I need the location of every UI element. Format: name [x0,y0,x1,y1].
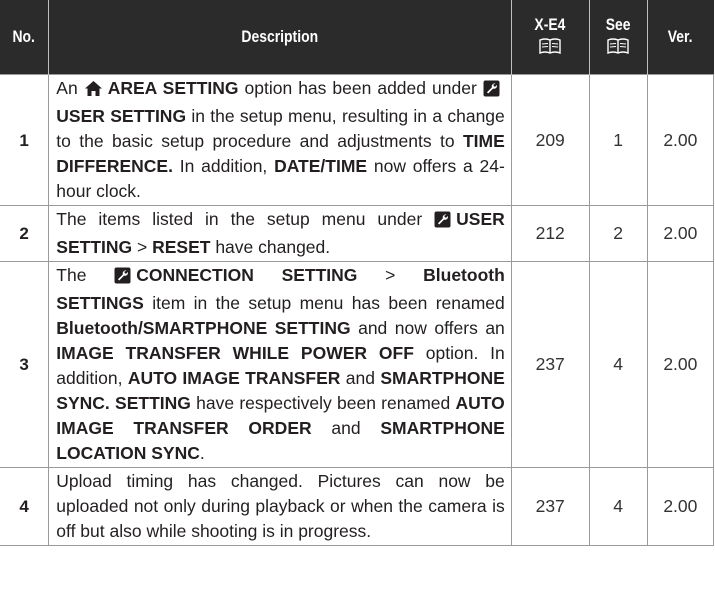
header-ver: Ver. [647,0,714,75]
see-page: 4 [588,467,648,546]
description-text: Upload timing has changed. Pictures can … [56,471,505,541]
menu-term: AUTO IMAGE TRANSFER [127,368,341,388]
manual-page: 237 [510,261,590,468]
description-text: . [199,443,205,463]
version: 2.00 [646,205,715,262]
header-no: No. [0,0,50,75]
description-text: In addition, [172,156,275,176]
table-header: No. Description X-E4 See Ver. [0,0,714,75]
wrench-icon [483,79,500,104]
description-text: > [357,265,424,285]
description-text: The [56,265,115,285]
header-see: See [589,0,648,75]
menu-term: CONNECTION SETTING [136,265,358,285]
description-text: > [132,237,153,257]
firmware-changes-table: No. Description X-E4 See Ver. 1 An AREA … [0,0,715,546]
wrench-icon [114,266,131,291]
book-icon [607,38,629,59]
version: 2.00 [646,467,715,546]
description-text: and [311,418,381,438]
description-text: have respectively been renamed [190,393,456,413]
table-row: 1 An AREA SETTING option has been added u… [0,74,715,206]
description-text: item in the setup menu has been renamed [143,293,505,313]
row-number: 1 [0,74,50,206]
row-description: An AREA SETTING option has been added un… [48,74,512,206]
table-row: 2 The items listed in the setup menu unde… [0,205,715,262]
manual-page: 209 [510,74,590,206]
row-description: Upload timing has changed. Pictures can … [48,467,512,546]
manual-page: 212 [510,205,590,262]
home-icon [84,79,103,104]
book-icon [539,38,561,59]
row-number: 2 [0,205,50,262]
table-row: 4 Upload timing has changed. Pictures can… [0,467,715,546]
description-text: and now offers an [350,318,505,338]
manual-page: 237 [510,467,590,546]
menu-term: DATE/TIME [274,156,368,176]
table-body: 1 An AREA SETTING option has been added u… [0,74,715,546]
row-description: The CONNECTION SETTING > Bluetooth SETTI… [48,261,512,468]
menu-term: RESET [152,237,211,257]
see-page: 2 [588,205,648,262]
description-text: have changed. [210,237,331,257]
menu-term: AREA SETTING [107,78,239,98]
description-text: An [56,78,84,98]
description-text: The items listed in the setup menu under [56,209,435,229]
menu-term: IMAGE TRANSFER WHILE POWER OFF [56,343,414,363]
wrench-icon [434,210,451,235]
see-page: 4 [588,261,648,468]
table-row: 3 The CONNECTION SETTING > Bluetooth SETT… [0,261,715,468]
menu-term: USER SETTING [56,106,187,126]
version: 2.00 [646,261,715,468]
description-text: option has been added under [238,78,483,98]
menu-term: Bluetooth/SMARTPHONE SETTING [56,318,351,338]
header-description: Description [48,0,512,75]
description-text: and [340,368,381,388]
version: 2.00 [646,74,715,206]
row-number: 4 [0,467,50,546]
row-description: The items listed in the setup menu under… [48,205,512,262]
row-number: 3 [0,261,50,468]
header-model: X-E4 [511,0,590,75]
see-page: 1 [588,74,648,206]
